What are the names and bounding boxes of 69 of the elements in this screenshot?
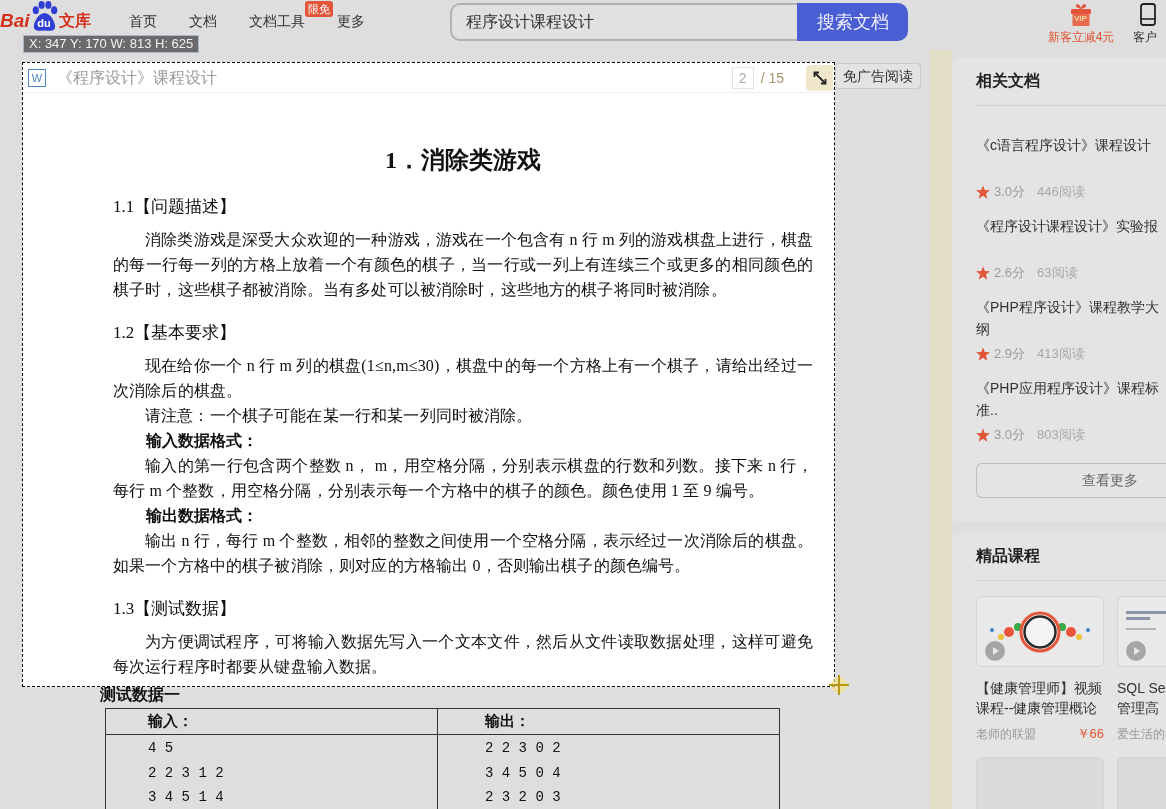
course-author: 爱生活的 <box>1117 726 1165 742</box>
nav-link[interactable]: 文档工具 <box>249 12 305 30</box>
star-icon <box>976 347 990 361</box>
table-cell: 3 4 5 1 4 <box>148 789 224 805</box>
section-heading: 1.1【问题描述】 <box>113 196 237 218</box>
rating-score: 2.6分 <box>994 264 1026 283</box>
course-title[interactable]: 【健康管理师】视频 课程--健康管理概论 <box>976 678 1104 718</box>
section-heading: 1.2【基本要求】 <box>113 322 237 344</box>
paragraph-text: 输出 n 行，每行 m 个整数，相邻的整数之间使用一个空格分隔，表示经过一次消除后的棋盘。如果一个方格中的棋子被消除，则对应的方格输出 0，否则输出棋子的颜色编号。 <box>113 531 813 576</box>
gift-icon <box>1070 3 1092 27</box>
crosshair-cursor-icon <box>827 673 851 697</box>
read-count: 63阅读 <box>1037 264 1078 283</box>
coordinates-tooltip: X: 347 Y: 170 W: 813 H: 625 <box>23 35 200 53</box>
table-cell: 2 2 3 0 2 <box>485 740 561 756</box>
panel-title: 精品课程 <box>976 547 1040 565</box>
document-title: 《程序设计》课程设计 <box>57 67 217 88</box>
star-icon <box>976 266 990 280</box>
page-heading: 1．消除类游戏 <box>384 146 542 175</box>
text-lines-drawing <box>1126 611 1166 633</box>
course-thumbnail[interactable] <box>976 596 1104 667</box>
nav-link[interactable]: 文档 <box>189 12 217 30</box>
course-author: 老师的联盟 <box>976 726 1036 742</box>
promo-badge: 限免 <box>305 1 333 17</box>
table-caption: 测试数据一 <box>100 687 180 703</box>
panel-title: 相关文档 <box>976 72 1040 90</box>
document-link[interactable]: 《PHP应用程序设计》课程标准.. <box>976 377 1164 421</box>
document-link[interactable]: 《PHP程序设计》课程教学大纲 <box>976 296 1164 340</box>
course-thumbnail[interactable] <box>1117 596 1166 667</box>
star-icon <box>976 185 990 199</box>
table-cell: 2 3 2 0 3 <box>485 789 561 805</box>
read-count: 446阅读 <box>1037 183 1085 202</box>
table-cell: 3 4 5 0 4 <box>485 764 561 781</box>
read-count: 413阅读 <box>1037 345 1085 364</box>
play-icon[interactable] <box>1126 641 1146 661</box>
client-link[interactable]: 客户 <box>1133 30 1157 44</box>
rating-score: 3.0分 <box>994 183 1026 202</box>
read-count: 803阅读 <box>1037 426 1085 445</box>
nav-link[interactable]: 更多 <box>337 12 365 30</box>
rating-score: 2.9分 <box>994 345 1026 364</box>
star-icon <box>976 428 990 442</box>
table-cell: 2 2 3 1 2 <box>148 764 224 781</box>
search-button[interactable]: 搜索文档 <box>797 3 908 41</box>
expand-icon <box>812 70 827 85</box>
expand-button[interactable] <box>806 64 833 91</box>
paragraph-text: 消除类游戏是深受大众欢迎的一种游戏，游戏在一个包含有 n 行 m 列的游戏棋盘上进行，棋盘的每一行每一列的方格上放着一个有颜色的棋子，当一行或一列上有连续三个或更多的相同颜色的棋子时，这些棋子都被消除。当有多处可以被消除时，这些地方的棋子将同时被消除。 <box>113 230 813 300</box>
paragraph-text: 请注意：一个棋子可能在某一行和某一列同时被消除。 <box>144 406 534 426</box>
file-type-badge: W <box>28 68 46 87</box>
document-link[interactable]: 《c语言程序设计》课程设计 <box>976 134 1151 156</box>
search-field[interactable]: 程序设计课程设计 <box>450 3 797 41</box>
paragraph-text: 现在给你一个 n 行 m 列的棋盘(1≤n,m≤30)，棋盘中的每一个方格上有一个棋子，请给出经过一次消除后的棋盘。 <box>113 356 813 401</box>
nav-link[interactable]: 首页 <box>129 12 157 30</box>
play-icon[interactable] <box>985 641 1005 661</box>
page-total: / 15 <box>760 68 784 87</box>
view-more-button[interactable]: 查看更多 <box>976 463 1166 498</box>
document-link[interactable]: 《程序设计课程设计》实验报 <box>976 215 1158 237</box>
course-title[interactable]: SQL Se 管理高 <box>1117 678 1166 718</box>
field-label: 输入数据格式： <box>146 431 258 451</box>
column-header: 输入： <box>106 709 438 734</box>
table-cell: 4 5 <box>148 740 174 756</box>
section-heading: 1.3【测试数据】 <box>113 598 237 620</box>
column-header: 输出： <box>483 712 531 731</box>
vip-text: VIP <box>1074 14 1087 23</box>
paragraph-text: 为方便调试程序，可将输入数据先写入一个文本文件，然后从文件读取数据处理，这样可避免每次运行程序时都要从键盘输入数据。 <box>113 632 813 677</box>
phone-icon <box>1138 3 1158 26</box>
course-price: ￥66 <box>1076 726 1104 742</box>
ad-free-button[interactable]: 免广告阅读 <box>835 63 921 89</box>
field-label: 输出数据格式： <box>146 506 258 526</box>
rating-score: 3.0分 <box>994 426 1026 445</box>
paragraph-text: 输入的第一行包含两个整数 n， m，用空格分隔，分别表示棋盘的行数和列数。接下来 n 行，每行 m 个整数，用空格分隔，分别表示每一个方格中的棋子的颜色。颜色使用 1 至 9 编号。 <box>113 456 813 501</box>
